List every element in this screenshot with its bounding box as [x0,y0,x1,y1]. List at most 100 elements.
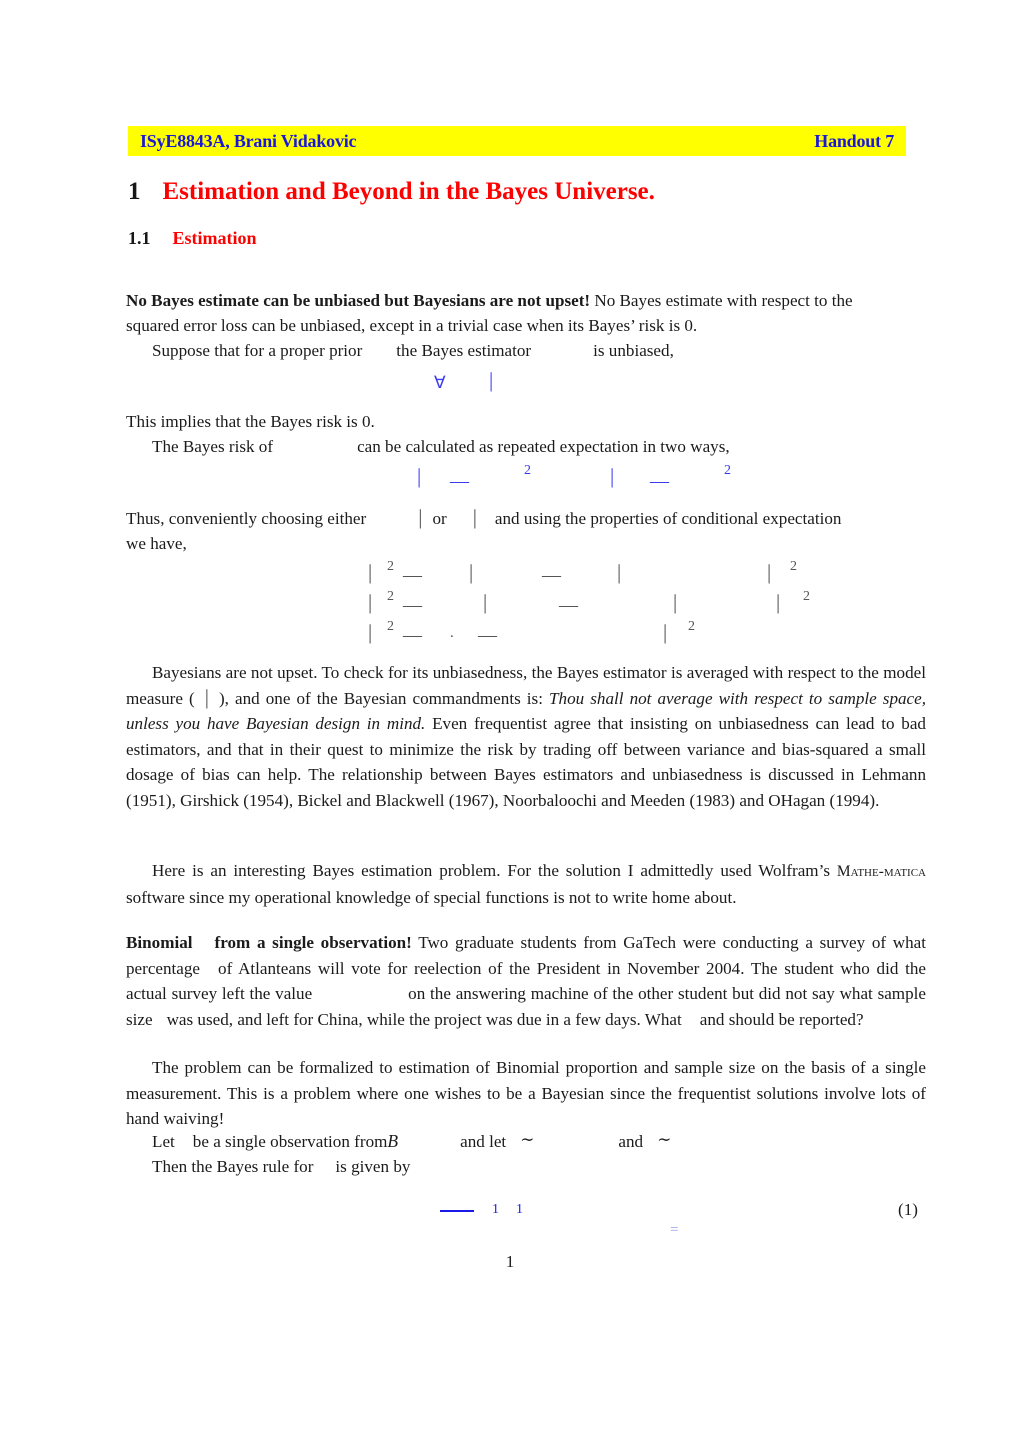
paragraph-bayes-rule-for: Then the Bayes rule for is given by [126,1154,912,1180]
p6-part-d: was used, and left for China, while the … [166,1009,682,1029]
paragraph-squared-error: squared error loss can be unbiased, exce… [126,313,912,339]
math-row-forall: ∀ | [0,368,1020,398]
minus-symbol: — [559,595,578,616]
subsection-number: 1.1 [128,228,151,248]
paragraph-we-have: we have, [126,531,912,557]
minus-symbol: — [403,625,422,646]
vertical-bar-symbol: | [204,684,209,709]
subscript-one-second: 1 [516,1202,523,1217]
p8-part-b: be a single observation from [192,1132,388,1151]
vertical-bar-symbol: | [489,368,494,392]
mathematica-smallcaps-second: matica [883,863,926,880]
p1-line3-a: Suppose that for a proper prior [152,341,363,360]
tilde-symbol-second: ∼ [657,1130,672,1149]
calligraphic-b-symbol: B [387,1131,399,1151]
p6-bold-binomial: Binomial [126,933,193,952]
p6-part-e: and should be reported? [699,1009,864,1029]
vertical-bar-symbol: | [483,590,488,614]
vertical-bar-symbol: | [663,620,668,644]
equals-symbol: = [670,1222,679,1238]
vertical-bar-symbol: | [368,590,373,614]
superscript-two: 2 [688,619,695,634]
minus-symbol: — [403,565,422,586]
vertical-bar-symbol: | [776,590,781,614]
math-row-derivation-2: | 2 — | — | | 2 [0,590,1020,620]
paragraph-let-observation: Let be a single observation fromB and let ∼… [126,1129,912,1155]
paragraph-suppose-prior: Suppose that for a proper prior the Bayes… [126,338,912,364]
vertical-bar-symbol: | [368,560,373,584]
vertical-bar-symbol: | [472,505,477,529]
vertical-bar-symbol: | [418,505,423,529]
vertical-bar-symbol: | [368,620,373,644]
p8-part-a: Let [152,1132,175,1151]
math-row-two-risks: | — 2 | — 2 [0,464,1020,494]
handout-label: Handout 7 [814,130,894,151]
forall-symbol: ∀ [434,373,446,392]
vertical-bar-symbol: | [673,590,678,614]
paragraph-formalized: The problem can be formalized to estimat… [126,1055,926,1132]
superscript-two: 2 [387,589,394,604]
vertical-bar-symbol: | [617,560,622,584]
p1-line3-c: is unbiased, [593,341,674,360]
p8-part-c: and let [460,1132,507,1151]
p1-bold-lead: No Bayes estimate can be unbiased but Ba… [126,291,591,310]
paragraph-bayesians-not-upset: Bayesians are not upset. To check for it… [126,660,926,814]
minus-symbol: — [478,625,497,646]
paragraph-implies-risk-zero: This implies that the Bayes risk is 0. [126,409,912,435]
p3-line1-b: or [432,509,447,528]
mathematica-smallcaps-first: Mathe- [836,863,884,880]
p5-part-a: Here is an interesting Bayes estimation … [152,861,837,880]
p3-line2: we have, [126,534,187,553]
superscript-two: 2 [724,463,731,478]
p2-line1: This implies that the Bayes risk is 0. [126,412,375,431]
document-page: ISyE8843A, Brani Vidakovic Handout 7 1 Es… [0,0,1020,1443]
p3-line1-a: Thus, conveniently choosing either [126,509,367,528]
vertical-bar-symbol: | [610,464,615,488]
p8-part-d: and [618,1132,644,1151]
math-row-derivation-3: | 2 — . — | 2 [0,620,1020,650]
section-number: 1 [128,178,141,205]
equation-one-block: 1 1 = (1) [0,1196,1020,1256]
subsection-title: Estimation [172,228,257,248]
paragraph-bayes-risk-two-ways: The Bayes risk of can be calculated as re… [126,434,912,460]
p6-bold-single-obs: from a single observation! [214,933,412,952]
math-row-derivation-1: | 2 — | — | | 2 [0,560,1020,590]
subsection-heading: 1.1 Estimation [128,228,257,249]
vertical-bar-symbol: | [469,560,474,584]
minus-symbol: — [450,471,469,492]
superscript-two: 2 [790,559,797,574]
p3-line1-c: and using the properties of conditional … [494,509,842,528]
section-heading: 1 Estimation and Beyond in the Bayes Univ… [128,178,655,206]
equation-number: (1) [898,1200,918,1219]
tilde-symbol-first: ∼ [520,1130,535,1149]
p8-line2-a: Then the Bayes rule for [152,1157,314,1176]
superscript-two: 2 [524,463,531,478]
p5-part-b: software since my operational knowledge … [126,887,737,907]
superscript-two: 2 [387,619,394,634]
paragraph-mathematica: Here is an interesting Bayes estimation … [126,858,926,910]
section-title: Estimation and Beyond in the Bayes Unive… [162,178,655,205]
paragraph-binomial-problem: Binomial from a single observation! Two g… [126,930,926,1032]
superscript-two: 2 [803,589,810,604]
superscript-two: 2 [387,559,394,574]
p4-part-b: ), and one of the Bayesian commandments … [218,688,550,708]
fraction-bar [440,1210,474,1212]
paragraph-no-bayes-estimate: No Bayes estimate can be unbiased but Ba… [126,288,912,314]
minus-symbol: — [403,595,422,616]
vertical-bar-symbol: | [767,560,772,584]
p1-line2: squared error loss can be unbiased, exce… [126,316,698,335]
p7-text: The problem can be formalized to estimat… [126,1058,926,1129]
paragraph-conveniently-choosing: Thus, conveniently choosing either | or | an… [126,506,912,532]
p1-line3-b: the Bayes estimator [396,341,532,360]
p2-line2-a: The Bayes risk of [152,437,274,456]
page-number: 1 [505,1252,515,1271]
subscript-one-first: 1 [492,1202,499,1217]
p1-rest: No Bayes estimate with respect to the [590,291,853,310]
vertical-bar-symbol: | [417,464,422,488]
p2-line2-b: can be calculated as repeated expectatio… [357,437,730,456]
minus-symbol: — [542,565,561,586]
minus-symbol: — [650,471,669,492]
header-banner: ISyE8843A, Brani Vidakovic Handout 7 [128,126,906,156]
course-label: ISyE8843A, Brani Vidakovic [140,130,357,151]
p8-line2-b: is given by [335,1157,411,1176]
